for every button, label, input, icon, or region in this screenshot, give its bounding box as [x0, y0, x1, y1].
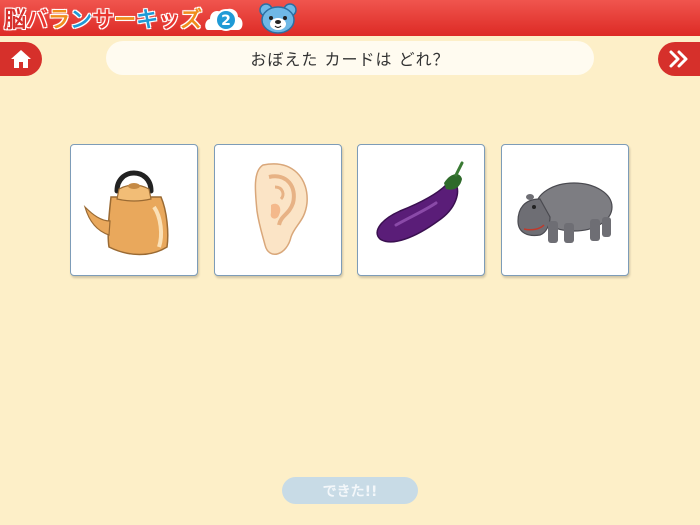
ear-icon	[254, 163, 308, 255]
card-hippo[interactable]	[501, 144, 629, 276]
logo-char: ー	[113, 7, 137, 33]
eggplant-icon	[376, 161, 464, 243]
logo-char: ラ	[47, 7, 71, 33]
logo-char: ン	[69, 7, 93, 33]
logo-char: サ	[91, 7, 115, 33]
bear-mascot-icon	[259, 3, 297, 34]
card-eggplant[interactable]	[357, 144, 485, 276]
next-button[interactable]	[658, 42, 700, 76]
kettle-icon	[83, 170, 169, 256]
home-button[interactable]	[0, 42, 42, 76]
card-ear[interactable]	[214, 144, 342, 276]
logo-char: キ	[135, 7, 159, 33]
logo-char: バ	[25, 7, 49, 33]
top-bar: 脳 バ ラ ン サ ー キ ッ ズ 2	[0, 0, 700, 36]
logo-char: ズ	[180, 7, 203, 33]
hippo-icon	[517, 182, 613, 243]
home-icon	[11, 50, 31, 68]
app-logo: 脳 バ ラ ン サ ー キ ッ ズ	[3, 3, 203, 33]
card-kettle[interactable]	[70, 144, 198, 276]
level-badge: 2	[205, 8, 243, 31]
logo-char: 脳	[3, 7, 27, 33]
double-chevron-right-icon	[669, 50, 688, 68]
logo-char: ッ	[158, 7, 181, 33]
level-number: 2	[221, 13, 231, 29]
done-button[interactable]: できた!!	[282, 477, 418, 504]
question-prompt: おぼえた カードは どれ？	[106, 41, 594, 75]
